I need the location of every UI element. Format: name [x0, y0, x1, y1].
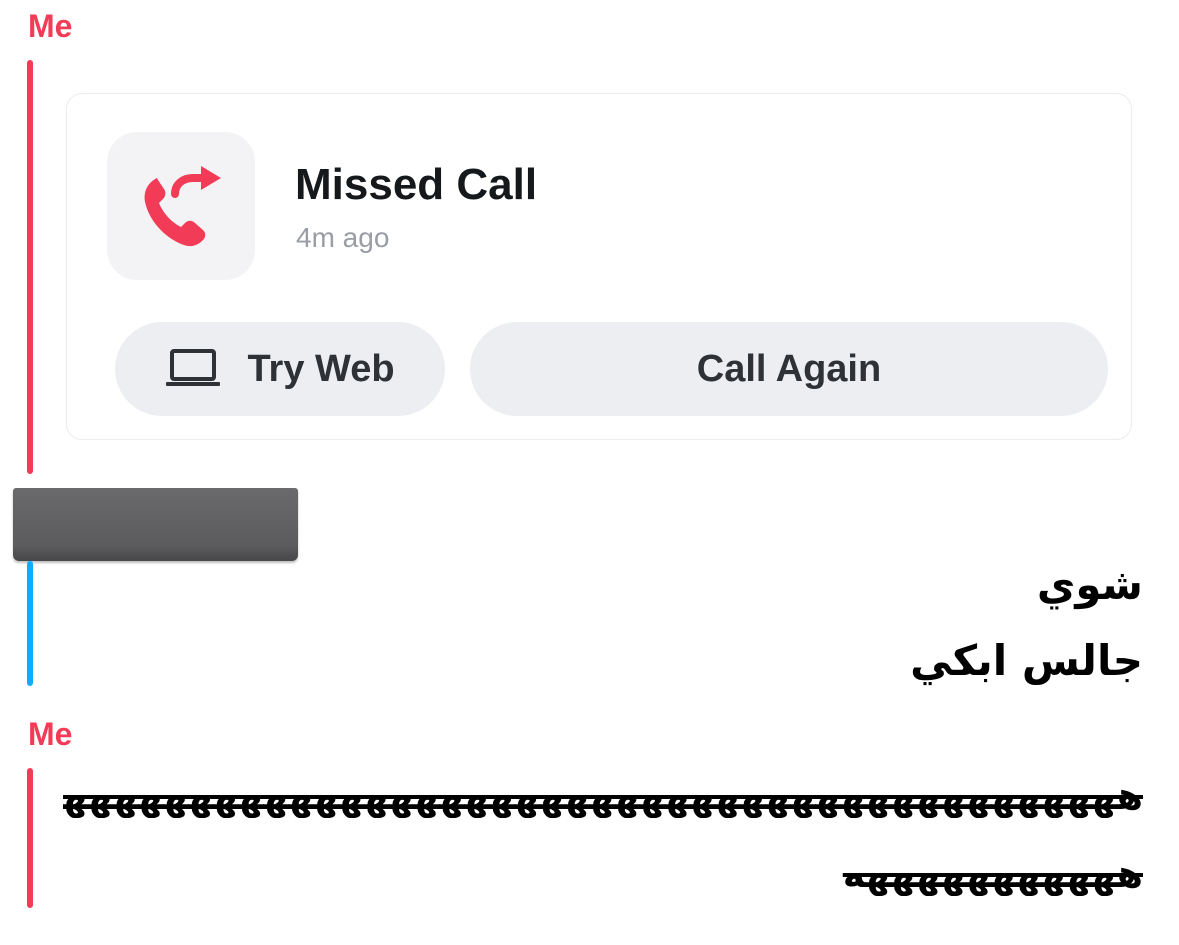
missed-call-card[interactable]: Missed Call 4m ago Try Web Call Again	[66, 93, 1132, 440]
missed-call-time: 4m ago	[296, 222, 390, 253]
phone-outgoing-icon	[144, 166, 221, 247]
missed-call-title: Missed Call	[295, 160, 538, 209]
call-again-label: Call Again	[696, 347, 882, 390]
call-again-button[interactable]: Call Again	[470, 322, 1108, 416]
deleted-message-line: هههههههههههههههههههههههههههههههههههههههه…	[63, 774, 1143, 818]
laptop-icon	[165, 349, 221, 389]
friend-message-line: شوي	[1036, 560, 1143, 609]
friend-message-line: جالس ابكي	[910, 636, 1143, 685]
deleted-message-line: هههههههههههه	[842, 852, 1143, 896]
sender-label-me: Me	[28, 716, 73, 752]
friend-message-bar	[27, 561, 33, 686]
try-web-label: Try Web	[247, 347, 395, 390]
redacted-media-block	[13, 488, 298, 561]
try-web-button[interactable]: Try Web	[115, 322, 445, 416]
sender-label-me: Me	[28, 8, 73, 44]
me-message-bar	[27, 768, 33, 908]
missed-call-icon-tile	[107, 132, 255, 280]
chat-view: Me Missed Call 4m ago Try Web Call Again	[0, 0, 1179, 945]
me-message-bar	[27, 60, 33, 474]
